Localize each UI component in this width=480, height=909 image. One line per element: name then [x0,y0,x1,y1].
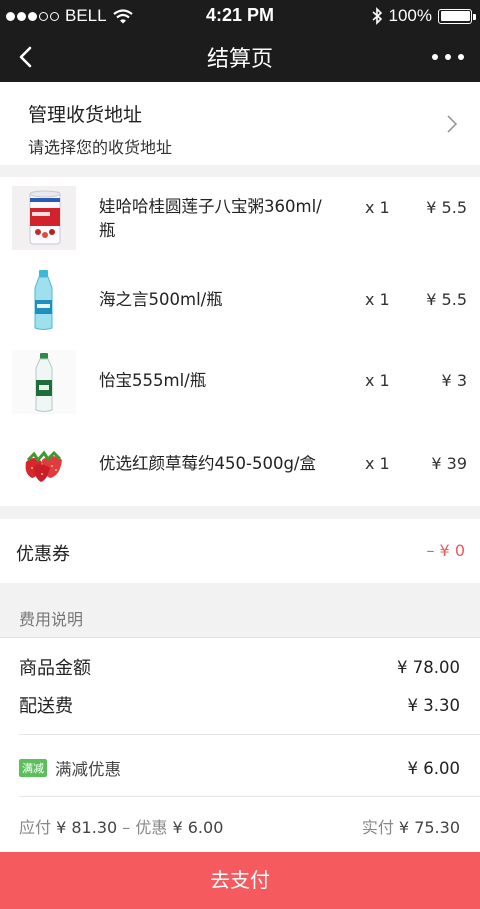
battery-icon [438,8,476,24]
product-item[interactable]: 优选红颜草莓约450-500g/盒 x 1 ¥ 39 [0,423,480,505]
discount-value: ¥ 6.00 [172,818,224,837]
pay-button[interactable]: 去支付 [0,852,480,909]
goods-amount-value: ¥ 78.00 [397,657,460,677]
payment-summary: 应付 ¥ 81.30 – 优惠 ¥ 6.00 实付 ¥ 75.30 [19,814,460,838]
address-title: 管理收货地址 [28,104,143,126]
goods-amount-row: 商品金额 ¥ 78.00 [19,654,460,680]
payable-value: ¥ 81.30 [56,818,118,837]
fee-section-header: 费用说明 [19,610,84,629]
divider [19,734,480,735]
promo-row: 满减 满减优惠 ¥ 6.00 [19,756,460,780]
goods-amount-label: 商品金额 [19,658,91,679]
chevron-right-icon [447,115,458,133]
product-name: 娃哈哈桂圆莲子八宝粥360ml/瓶 [99,197,322,240]
promo-value: ¥ 6.00 [407,758,460,778]
actual-label: 实付 [361,818,394,837]
delivery-fee-value: ¥ 3.30 [407,695,460,715]
nav-bar: 结算页 [0,32,480,82]
product-name: 优选红颜草莓约450-500g/盒 [99,454,316,473]
status-right: 100% [371,6,476,26]
product-price: ¥ 5.5 [426,290,467,309]
status-bar: BELL 4:21 PM 100% [0,0,480,32]
more-options-icon[interactable] [428,44,468,70]
blue-bottle-image [34,270,53,330]
coupon-value: – ¥ 0 [426,541,465,560]
product-price: ¥ 39 [431,454,467,473]
address-subtitle: 请选择您的收货地址 [28,138,173,157]
fee-details: 商品金额 ¥ 78.00 配送费 ¥ 3.30 满减 满减优惠 ¥ 6.00 应付… [0,637,480,852]
discount-label: 优惠 [135,818,168,837]
address-section[interactable]: 管理收货地址 请选择您的收货地址 [0,82,480,165]
product-list: 娃哈哈桂圆莲子八宝粥360ml/瓶 x 1 ¥ 5.5 海之言500ml/瓶 x… [0,177,480,506]
water-bottle-image [12,350,76,414]
product-item[interactable]: 海之言500ml/瓶 x 1 ¥ 5.5 [0,259,480,341]
product-item[interactable]: 娃哈哈桂圆莲子八宝粥360ml/瓶 x 1 ¥ 5.5 [0,177,480,259]
bluetooth-icon [371,7,382,25]
actual-summary: 实付 ¥ 75.30 [362,814,460,838]
coupon-label: 优惠券 [16,544,70,565]
porridge-can-image [12,186,76,250]
product-item[interactable]: 怡宝555ml/瓶 x 1 ¥ 3 [0,341,480,423]
payable-label: 应付 [19,818,52,837]
delivery-fee-row: 配送费 ¥ 3.30 [19,692,460,718]
page-title: 结算页 [206,47,273,72]
product-quantity: x 1 [365,454,390,473]
product-quantity: x 1 [365,371,390,390]
battery-percent: 100% [388,6,432,25]
product-name: 怡宝555ml/瓶 [99,371,207,390]
product-price: ¥ 5.5 [426,198,467,217]
actual-value: ¥ 75.30 [398,818,460,837]
strawberries-image [25,450,62,482]
product-name: 海之言500ml/瓶 [99,290,223,309]
divider [19,796,480,797]
summary-dash: – [122,818,131,837]
product-price: ¥ 3 [441,371,467,390]
payable-summary: 应付 ¥ 81.30 – 优惠 ¥ 6.00 [19,814,223,838]
promo-tag-badge: 满减 [19,759,47,777]
product-quantity: x 1 [365,198,390,217]
promo-info: 满减 满减优惠 [19,756,121,780]
delivery-fee-label: 配送费 [19,696,73,717]
product-quantity: x 1 [365,290,390,309]
coupon-row[interactable]: 优惠券 – ¥ 0 [0,519,480,583]
promo-label: 满减优惠 [55,760,121,779]
